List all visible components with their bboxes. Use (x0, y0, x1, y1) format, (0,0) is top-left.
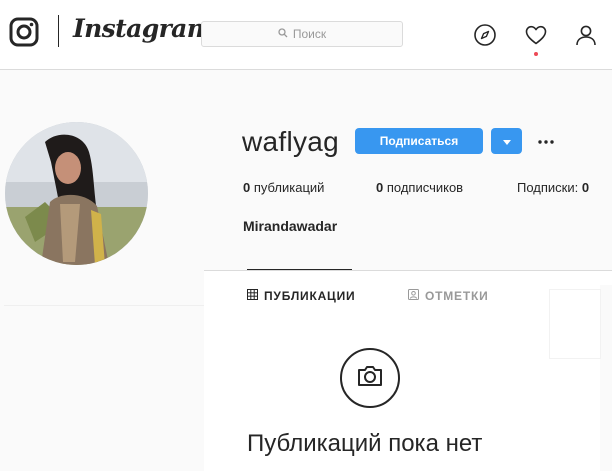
following-count-stat[interactable]: Подписки: 0 (517, 180, 589, 195)
profile-icon[interactable] (574, 23, 598, 47)
profile-full-name: Mirandawadar (243, 218, 338, 234)
search-placeholder: Поиск (292, 27, 327, 41)
profile-username: waflyag (242, 126, 340, 157)
posts-count: 0 (243, 180, 251, 195)
suggestions-dropdown-button[interactable] (491, 128, 522, 154)
tab-tagged-label: ОТМЕТКИ (425, 289, 489, 303)
camera-icon (355, 361, 385, 396)
instagram-glyph-icon[interactable] (9, 17, 39, 47)
heart-icon[interactable] (524, 23, 548, 47)
caret-down-icon (502, 132, 511, 150)
tab-posts[interactable]: ПУБЛИКАЦИИ (247, 289, 355, 303)
tab-tagged[interactable]: ОТМЕТКИ (408, 289, 489, 303)
followers-count: 0 (376, 180, 384, 195)
followers-count-stat[interactable]: 0 подписчиков (376, 180, 463, 195)
search-input[interactable]: Поиск (201, 21, 403, 47)
posts-label: публикаций (253, 180, 325, 195)
empty-state-title: Публикаций пока нет (247, 430, 483, 457)
notification-dot (534, 52, 538, 56)
explore-compass-icon[interactable] (473, 23, 497, 47)
empty-state-camera-circle (340, 348, 400, 408)
more-options-button[interactable] (536, 130, 556, 150)
ellipsis-icon (538, 131, 554, 149)
posts-count-stat: 0 публикаций (243, 180, 324, 195)
profile-avatar[interactable] (5, 122, 148, 265)
followers-label: подписчиков (386, 180, 464, 195)
following-label: Подписки: (517, 180, 579, 195)
tagged-icon (408, 289, 425, 303)
active-tab-indicator (247, 269, 352, 270)
grid-icon (247, 289, 264, 303)
following-count: 0 (581, 180, 590, 195)
tabs-divider (204, 270, 612, 271)
follow-button[interactable]: Подписаться (355, 128, 483, 154)
tab-posts-label: ПУБЛИКАЦИИ (264, 289, 356, 303)
logo-divider (58, 15, 59, 47)
header-divider (4, 305, 204, 306)
right-overlay-block (550, 290, 600, 358)
top-navigation-bar: Instagram Поиск (0, 0, 612, 70)
right-edge-strip (600, 285, 612, 471)
instagram-wordmark[interactable]: Instagram (73, 14, 213, 43)
search-icon (278, 27, 293, 41)
